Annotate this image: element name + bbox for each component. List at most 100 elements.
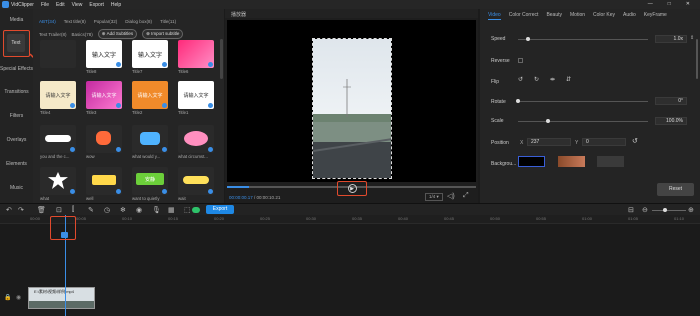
undo-icon[interactable]: ↶ [6,206,12,214]
maximize-icon[interactable]: □ [668,1,671,7]
tab-abt[interactable]: ABT(34) [39,19,56,24]
scale-slider-knob[interactable] [546,119,550,123]
tab-motion[interactable]: Motion [570,10,585,20]
library-item[interactable]: 请输入文字 [40,81,76,109]
library-item[interactable] [178,167,214,195]
subtab-text-trailer[interactable]: Text Trailer(8) [39,32,67,37]
library-item[interactable]: 请输入文字 [178,81,214,109]
library-item[interactable]: 安静 [132,167,168,195]
nav-text[interactable]: Text [3,30,30,57]
rotate-slider-knob[interactable] [516,99,520,103]
tab-audio[interactable]: Audio [623,10,636,20]
reset-button[interactable]: Reset [657,183,694,196]
tab-text-title[interactable]: Text title(8) [64,19,86,24]
tab-keyframe[interactable]: KeyFrame [644,10,667,20]
tab-dialog-box[interactable]: Dialog box(8) [125,19,152,24]
pos-y-input[interactable]: 0 [582,138,626,146]
library-item[interactable] [132,125,168,153]
menu-help[interactable]: Help [111,2,121,8]
library-item[interactable] [86,125,122,153]
track-lock-icon[interactable]: 🔒 [4,294,11,301]
tab-color-correct[interactable]: Color Correct [509,10,539,20]
import-subtitle-button[interactable]: ⊕ Import subtitle [142,29,184,39]
record-icon[interactable]: ◉ [136,206,142,214]
library-item[interactable] [40,167,76,195]
pos-x-input[interactable]: 237 [527,138,571,146]
minimize-icon[interactable]: — [648,1,653,7]
redo-icon[interactable]: ↷ [18,206,24,214]
tab-beauty[interactable]: Beauty [546,10,562,20]
props-scrollbar[interactable] [696,39,698,79]
library-item[interactable]: 请输入文字 [86,81,122,109]
tab-color-key[interactable]: Color Key [593,10,615,20]
nav-elements[interactable]: Elements [0,161,33,167]
quality-select[interactable]: 1/4 ▾ [425,193,443,201]
track-eye-icon[interactable]: ◉ [16,294,21,301]
crop-frame-icon[interactable]: ⬚ [184,206,191,214]
speed-icon[interactable]: ◷ [104,206,110,214]
timeline-ruler[interactable]: 00:00 00:05 00:10 00:15 00:20 00:25 00:3… [0,215,700,224]
delete-icon[interactable]: 🗑 [37,206,46,214]
menu-edit[interactable]: Edit [56,2,65,8]
freeze-icon[interactable]: ❄ [120,206,126,214]
close-icon[interactable]: ✕ [686,1,690,7]
library-item[interactable]: 输入文字 [132,40,168,68]
rotate-left-icon[interactable]: ↺ [518,76,523,83]
menu-export[interactable]: Export [89,2,103,8]
library-item[interactable] [40,125,76,153]
edit-icon[interactable]: ✎ [88,206,94,214]
library-item[interactable]: 请输入文字 [132,81,168,109]
tab-title[interactable]: Title(11) [160,19,176,24]
scale-value[interactable]: 100.0% [655,117,687,125]
background-swatch-blur[interactable] [558,156,585,167]
menu-view[interactable]: View [72,2,83,8]
zoom-slider-knob[interactable] [663,208,667,212]
library-item[interactable]: 输入文字 [86,40,122,68]
speed-value[interactable]: 1.0x [655,35,687,43]
thumb-text: 安静 [136,173,164,185]
video-clip[interactable]: E:\素材\视频\样例.mp4 [28,287,95,309]
crop-icon[interactable]: ⊡ [56,206,62,214]
nav-media[interactable]: Media [0,17,33,23]
library-item[interactable] [178,125,214,153]
video-frame[interactable] [312,38,392,179]
timeline-area[interactable]: 🔒 ◉ [0,224,700,316]
library-item[interactable] [86,167,122,195]
scale-slider[interactable] [518,121,648,122]
zoom-slider[interactable] [652,210,686,211]
rotate-right-icon[interactable]: ↻ [534,76,539,83]
fullscreen-icon[interactable]: ⤢ [463,192,469,200]
volume-icon[interactable]: ◁) [447,192,455,200]
nav-music[interactable]: Music [0,185,33,191]
rotate-slider[interactable] [518,101,648,102]
rotate-value[interactable]: 0° [655,97,687,105]
background-swatch-gray[interactable] [597,156,624,167]
split-icon[interactable]: ⫿ [72,206,74,214]
library-item[interactable] [40,40,76,68]
library-scrollbar[interactable] [220,39,223,79]
speed-slider[interactable] [518,39,648,40]
export-button[interactable]: Export [206,205,234,214]
nav-transitions[interactable]: Transitions [0,89,33,95]
mosaic-icon[interactable]: ▦ [168,206,175,214]
subtab-basics[interactable]: Basics(78) [72,32,93,37]
background-swatch-black[interactable] [518,156,545,167]
reverse-checkbox[interactable] [518,58,523,63]
speed-stepper-icon[interactable]: ⇕ [690,35,694,41]
mic-icon[interactable]: 🎙 [152,206,161,214]
flip-vertical-icon[interactable]: ⇵ [566,76,571,83]
library-item[interactable] [178,40,214,68]
zoom-out-icon[interactable]: ⊖ [642,206,648,214]
reset-position-icon[interactable]: ↺ [632,137,638,145]
tab-popular[interactable]: Popular(32) [94,19,118,24]
zoom-fit-icon[interactable]: ⊟ [628,206,634,214]
menu-file[interactable]: File [41,2,49,8]
speed-slider-knob[interactable] [526,37,530,41]
tab-video[interactable]: Video [488,10,501,20]
play-button[interactable]: ▶ [347,184,357,193]
flip-horizontal-icon[interactable]: ⇹ [550,76,555,83]
nav-filters[interactable]: Filters [0,113,33,119]
zoom-in-icon[interactable]: ⊕ [688,206,694,214]
nav-overlays[interactable]: Overlays [0,137,33,143]
add-subtitles-button[interactable]: ⊕ Add Subtitles [97,29,138,39]
